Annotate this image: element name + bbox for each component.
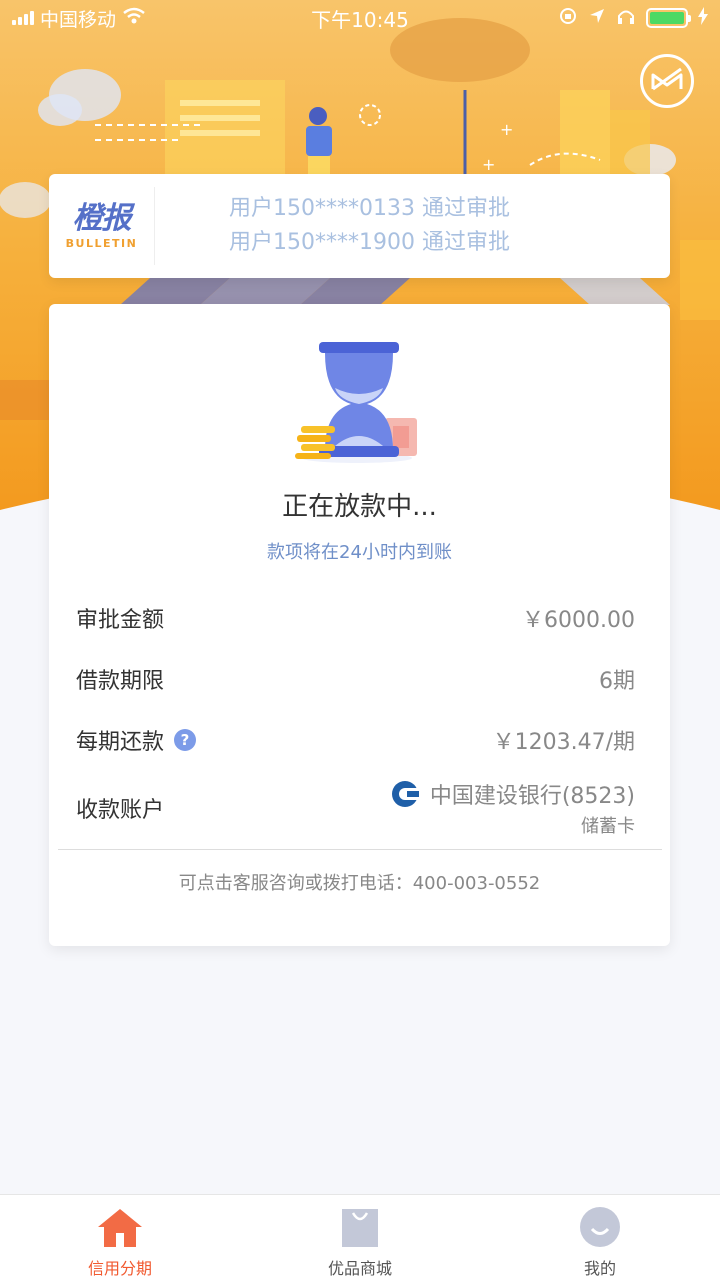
approved-amount-row: 审批金额 ￥6000.00 (76, 602, 635, 634)
charging-icon (698, 6, 708, 30)
home-icon (98, 1209, 142, 1247)
card-type: 储蓄卡 (581, 816, 635, 837)
shopping-bag-icon (342, 1209, 378, 1247)
row-value: 6期 (599, 669, 635, 694)
bank-name: 中国建设银行(8523) (429, 784, 635, 809)
tab-mall[interactable]: 优品商城 (240, 1195, 480, 1280)
profile-icon (580, 1207, 620, 1247)
headphones-icon (616, 7, 636, 30)
carrier-label: 中国移动 (40, 8, 117, 31)
bottom-tab-bar: 信用分期 优品商城 我的 (0, 1194, 720, 1280)
location-icon (588, 7, 606, 30)
svg-text:+: + (500, 120, 513, 139)
row-value: ￥6000.00 (522, 608, 635, 633)
status-bar: 中国移动 下午10:45 (0, 0, 720, 36)
row-label-with-help: 每期还款 ? (76, 724, 197, 756)
bank-account: 中国建设银行(8523) 储蓄卡 (390, 778, 635, 838)
bulletin-item: 用户150****1900 通过审批 (229, 230, 510, 255)
brand-logo-button[interactable] (640, 54, 694, 108)
svg-text:+: + (482, 155, 495, 174)
rotation-lock-icon (558, 6, 578, 31)
bulletin-banner[interactable]: 橙报 BULLETIN 用户150****0133 通过审批 用户150****… (49, 174, 670, 278)
row-label: 每期还款 (76, 730, 165, 755)
bulletin-logo: 橙报 BULLETIN (49, 187, 155, 265)
tab-label: 信用分期 (87, 1259, 152, 1278)
divider (58, 849, 662, 850)
tab-label: 我的 (583, 1259, 616, 1278)
receiving-account-row: 收款账户 中国建设银行(8523) 储蓄卡 (76, 778, 635, 838)
bulletin-item: 用户150****0133 通过审批 (229, 196, 510, 221)
signal-icon (12, 11, 34, 25)
hourglass-icon (295, 342, 417, 463)
customer-service-hotline[interactable]: 可点击客服咨询或拨打电话：400-003-0552 (49, 869, 670, 895)
ccb-bank-icon (391, 781, 419, 807)
clock: 下午10:45 (311, 7, 409, 32)
row-label: 收款账户 (76, 798, 165, 823)
status-subtitle: 款项将在24小时内到账 (267, 542, 452, 563)
battery-icon (646, 8, 691, 28)
brand-m-icon (651, 67, 683, 91)
row-value: ￥1203.47/期 (492, 730, 635, 755)
tab-label: 优品商城 (327, 1259, 392, 1278)
tab-mine[interactable]: 我的 (480, 1195, 720, 1280)
status-title: 正在放款中... (282, 492, 437, 522)
row-label: 借款期限 (76, 669, 165, 694)
row-label: 审批金额 (76, 608, 165, 633)
installment-row: 每期还款 ? ￥1203.47/期 (76, 724, 635, 756)
tab-credit-installment[interactable]: 信用分期 (0, 1195, 240, 1280)
loan-status-card: 正在放款中... 款项将在24小时内到账 审批金额 ￥6000.00 借款期限 … (49, 304, 670, 946)
wifi-icon (122, 7, 146, 30)
help-icon[interactable]: ? (174, 729, 197, 751)
loan-term-row: 借款期限 6期 (76, 663, 635, 695)
bulletin-list: 用户150****0133 通过审批 用户150****1900 通过审批 (155, 195, 510, 257)
